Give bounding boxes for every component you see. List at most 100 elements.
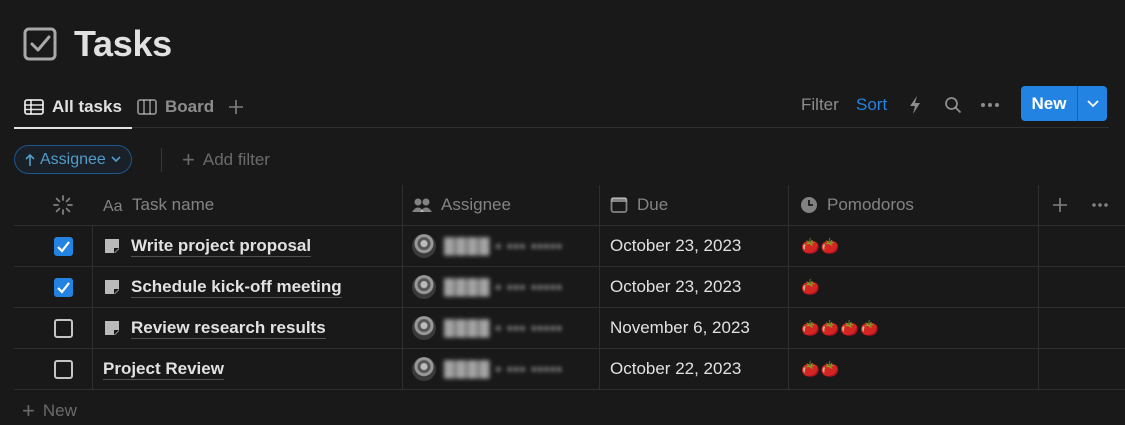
column-label: Pomodoros	[827, 195, 914, 214]
add-column-button[interactable]	[1052, 185, 1077, 225]
page-icon	[105, 280, 119, 294]
calendar-icon	[610, 197, 628, 213]
table-row[interactable]: Write project proposal ████ ▪ ▪▪▪ ▪▪▪▪▪ …	[14, 226, 1125, 267]
sort-chip[interactable]: Assignee	[14, 145, 132, 174]
checkbox-icon[interactable]	[22, 26, 58, 62]
column-divider	[92, 349, 93, 389]
tab-label: All tasks	[52, 97, 122, 116]
tab-board[interactable]: Board	[137, 86, 214, 128]
column-divider	[92, 308, 93, 348]
text-property-icon: Aa	[103, 198, 123, 213]
automation-button[interactable]	[907, 86, 923, 124]
search-button[interactable]	[944, 86, 962, 124]
task-name[interactable]: Project Review	[103, 359, 224, 380]
divider	[161, 148, 162, 172]
task-done-checkbox[interactable]	[54, 237, 73, 256]
column-divider	[402, 308, 403, 348]
new-dropdown-button[interactable]	[1078, 99, 1107, 108]
view-bar: All tasks Board Filter Sort New	[14, 86, 1109, 129]
column-divider	[599, 308, 600, 348]
checkmark-icon	[57, 241, 70, 253]
due-date-cell[interactable]: October 23, 2023	[610, 226, 741, 266]
assignee-cell[interactable]: ████ ▪ ▪▪▪ ▪▪▪▪▪	[412, 349, 563, 389]
table-header: Aa Task name Assignee Due Pomodoros	[14, 185, 1125, 226]
due-date-cell[interactable]: October 22, 2023	[610, 349, 741, 389]
column-divider	[599, 267, 600, 307]
column-options-button[interactable]	[1091, 185, 1118, 225]
more-icon	[1092, 203, 1108, 207]
task-name[interactable]: Schedule kick-off meeting	[131, 277, 342, 298]
sort-chip-label: Assignee	[40, 150, 106, 168]
more-icon	[981, 103, 999, 107]
task-name-cell[interactable]: Review research results	[103, 308, 326, 348]
column-header-pomodoros[interactable]: Pomodoros	[800, 185, 914, 225]
add-row-button[interactable]: + New	[22, 398, 77, 424]
page-title[interactable]: Tasks	[74, 23, 172, 65]
table-row[interactable]: Review research results ████ ▪ ▪▪▪ ▪▪▪▪▪…	[14, 308, 1125, 349]
column-divider	[788, 267, 789, 307]
column-divider	[788, 308, 789, 348]
plus-icon: +	[182, 146, 195, 172]
due-date-cell[interactable]: November 6, 2023	[610, 308, 750, 348]
column-header-task-name[interactable]: Aa Task name	[103, 185, 214, 225]
column-label: Task name	[132, 195, 215, 214]
column-divider	[599, 226, 600, 266]
add-filter-button[interactable]: + Add filter	[182, 145, 270, 174]
task-name-cell[interactable]: Write project proposal	[103, 226, 312, 266]
assignee-cell[interactable]: ████ ▪ ▪▪▪ ▪▪▪▪▪	[412, 267, 563, 307]
filter-button[interactable]: Filter	[801, 86, 839, 124]
table-row[interactable]: Schedule kick-off meeting ████ ▪ ▪▪▪ ▪▪▪…	[14, 267, 1125, 308]
more-options-button[interactable]	[980, 86, 1000, 124]
assignee-name: ████ ▪ ▪▪▪ ▪▪▪▪▪	[444, 237, 563, 255]
column-divider	[1038, 185, 1039, 225]
task-done-checkbox[interactable]	[54, 278, 73, 297]
avatar	[412, 234, 436, 258]
add-row-label: New	[42, 401, 77, 420]
assignee-cell[interactable]: ████ ▪ ▪▪▪ ▪▪▪▪▪	[412, 226, 563, 266]
task-name-cell[interactable]: Project Review	[103, 349, 224, 389]
task-done-checkbox[interactable]	[54, 319, 73, 338]
column-header-assignee[interactable]: Assignee	[412, 185, 511, 225]
pomodoros-cell[interactable]: 🍅🍅	[801, 226, 840, 266]
table-icon	[24, 99, 44, 115]
column-divider	[599, 185, 600, 225]
column-divider	[788, 185, 789, 225]
column-divider	[402, 226, 403, 266]
assignee-name: ████ ▪ ▪▪▪ ▪▪▪▪▪	[444, 360, 563, 378]
new-button[interactable]: New	[1021, 86, 1107, 121]
plus-icon	[229, 100, 243, 114]
clock-icon	[801, 197, 817, 213]
column-header-status[interactable]	[52, 185, 83, 225]
column-header-due[interactable]: Due	[610, 185, 668, 225]
pomodoros-cell[interactable]: 🍅🍅	[801, 349, 840, 389]
lightning-icon	[910, 96, 920, 114]
task-name[interactable]: Review research results	[131, 318, 326, 339]
table-row[interactable]: Project Review ████ ▪ ▪▪▪ ▪▪▪▪▪ October …	[14, 349, 1125, 390]
board-icon	[137, 99, 157, 115]
status-spinner-icon	[53, 195, 73, 215]
plus-icon: +	[22, 398, 35, 423]
column-label: Due	[637, 195, 669, 214]
column-divider	[92, 226, 93, 266]
due-date-cell[interactable]: October 23, 2023	[610, 267, 741, 307]
filter-bar: Assignee + Add filter	[14, 145, 1109, 175]
column-divider	[1038, 226, 1039, 266]
column-divider	[92, 267, 93, 307]
task-name[interactable]: Write project proposal	[131, 236, 312, 257]
sort-button[interactable]: Sort	[856, 86, 887, 124]
pomodoros-cell[interactable]: 🍅	[801, 267, 821, 307]
add-view-button[interactable]	[228, 86, 252, 128]
column-divider	[1038, 308, 1039, 348]
new-button-label[interactable]: New	[1021, 94, 1077, 114]
avatar	[412, 357, 436, 381]
tab-all-tasks[interactable]: All tasks	[14, 86, 132, 129]
pomodoros-cell[interactable]: 🍅🍅🍅🍅	[801, 308, 880, 348]
column-divider	[402, 185, 403, 225]
task-done-checkbox[interactable]	[54, 360, 73, 379]
assignee-cell[interactable]: ████ ▪ ▪▪▪ ▪▪▪▪▪	[412, 308, 563, 348]
chevron-down-icon	[111, 156, 121, 163]
avatar	[412, 316, 436, 340]
column-divider	[788, 226, 789, 266]
assignee-name: ████ ▪ ▪▪▪ ▪▪▪▪▪	[444, 319, 563, 337]
task-name-cell[interactable]: Schedule kick-off meeting	[103, 267, 342, 307]
